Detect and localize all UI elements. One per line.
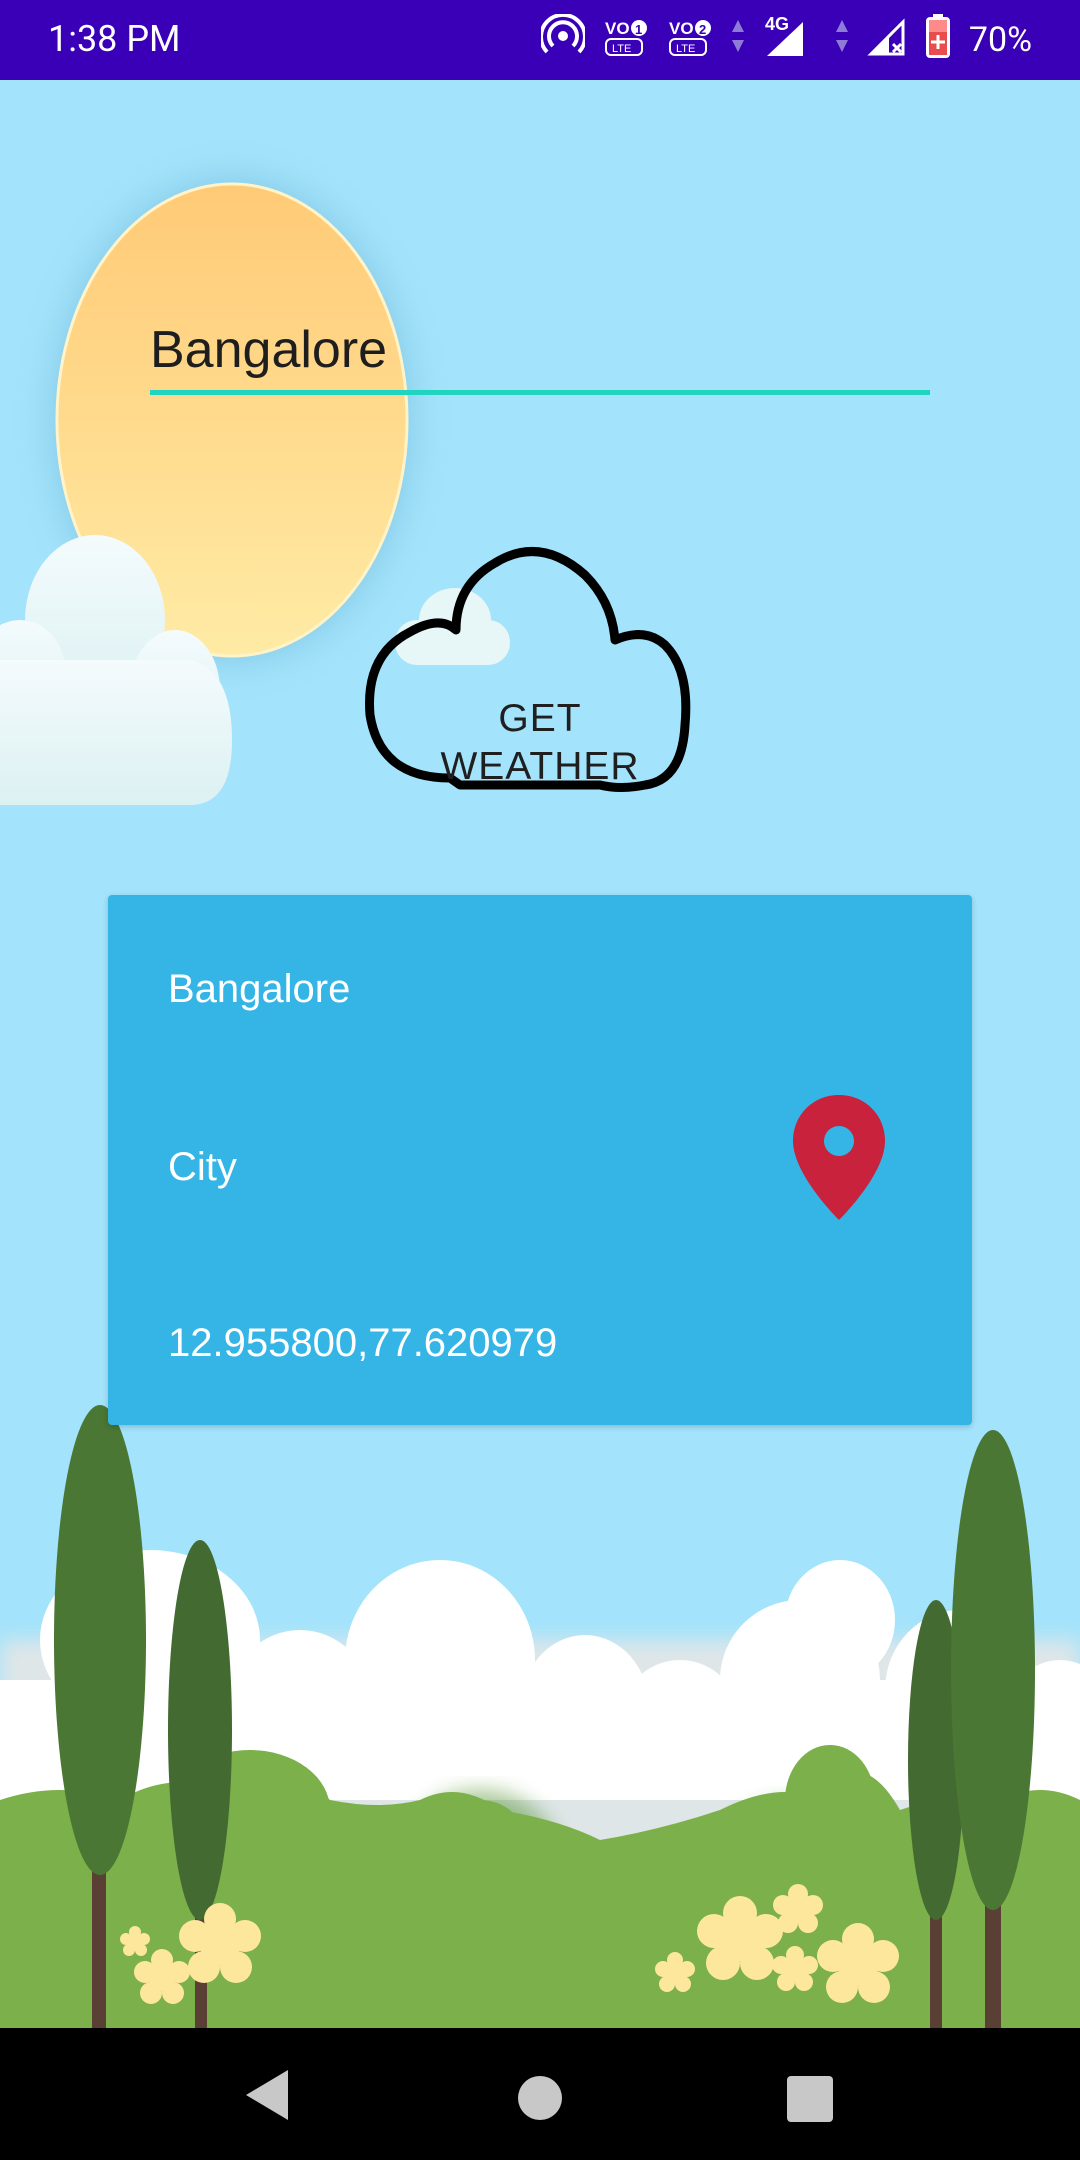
- svg-text:VO: VO: [605, 19, 630, 38]
- signal-no-service-icon: [867, 14, 907, 67]
- svg-text:VO: VO: [669, 19, 694, 38]
- weather-screen: GETWEATHER Bangalore City 12.955800,77.6…: [0, 80, 1080, 2028]
- navigation-bar: [0, 2028, 1080, 2160]
- back-triangle-icon[interactable]: [244, 2068, 290, 2122]
- location-type: City: [168, 1145, 237, 1189]
- location-card: Bangalore City 12.955800,77.620979: [108, 895, 972, 1425]
- svg-text:LTE: LTE: [612, 43, 631, 55]
- city-input-underline: [150, 390, 930, 395]
- status-time: 1:38 PM: [48, 18, 181, 60]
- data-arrows-icon: [731, 16, 745, 65]
- svg-text:LTE: LTE: [676, 43, 695, 55]
- city-search-input[interactable]: [150, 305, 930, 395]
- volte-sim2-icon: VO 2 LTE: [667, 14, 713, 67]
- battery-charging-icon: [925, 13, 951, 68]
- battery-percent: 70%: [968, 20, 1032, 60]
- get-weather-label: GET WEATHER: [440, 697, 640, 788]
- status-bar: 1:38 PM VO 1 LTE VO 2 LTE 4G 70%: [0, 0, 1080, 80]
- location-coordinates: 12.955800,77.620979: [168, 1321, 558, 1365]
- location-name: Bangalore: [168, 967, 351, 1011]
- svg-text:2: 2: [699, 22, 706, 37]
- volte-sim1-icon: VO 1 LTE: [603, 14, 649, 67]
- data-arrows-icon: [835, 16, 849, 65]
- recents-square-icon[interactable]: [786, 2075, 834, 2123]
- status-icons: VO 1 LTE VO 2 LTE 4G 70%: [538, 12, 1032, 67]
- home-circle-icon[interactable]: [517, 2075, 563, 2121]
- signal-4g-icon: 4G: [763, 14, 817, 67]
- get-weather-button[interactable]: GET WEATHER: [350, 535, 730, 835]
- location-pin-icon: [793, 1095, 885, 1220]
- svg-text:1: 1: [635, 22, 642, 37]
- svg-text:4G: 4G: [765, 14, 789, 34]
- hotspot-icon: [538, 12, 587, 67]
